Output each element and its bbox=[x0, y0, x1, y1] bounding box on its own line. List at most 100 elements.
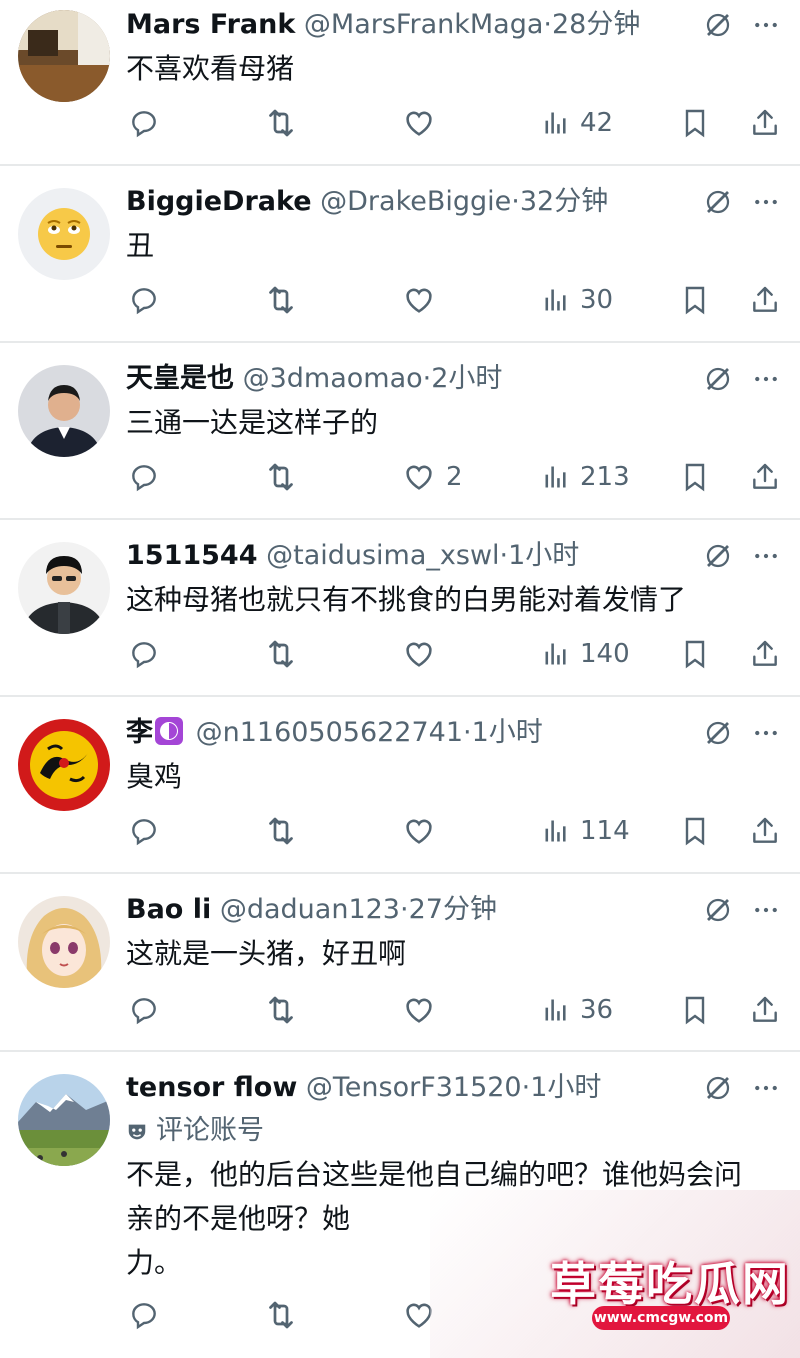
bookmark-button[interactable] bbox=[679, 103, 711, 143]
more-dots-icon[interactable] bbox=[748, 1068, 784, 1108]
tweet-text: 不喜欢看母猪 bbox=[126, 52, 295, 85]
reply-button[interactable] bbox=[128, 990, 160, 1030]
grok-slash-icon[interactable] bbox=[700, 5, 736, 45]
retweet-button[interactable] bbox=[263, 280, 299, 320]
avatar[interactable] bbox=[18, 365, 110, 457]
views-button[interactable]: 30 bbox=[542, 280, 613, 320]
share-button[interactable] bbox=[749, 990, 781, 1030]
display-name[interactable]: Bao li bbox=[126, 894, 211, 925]
avatar[interactable] bbox=[18, 896, 110, 988]
user-handle[interactable]: @n1160505622741 bbox=[196, 717, 463, 748]
grok-slash-icon[interactable] bbox=[700, 713, 736, 753]
grok-slash-icon[interactable] bbox=[700, 182, 736, 222]
more-dots-icon[interactable] bbox=[748, 536, 784, 576]
views-button[interactable]: 140 bbox=[542, 634, 630, 674]
avatar[interactable] bbox=[18, 1074, 110, 1166]
reply-button[interactable] bbox=[128, 1295, 160, 1335]
reply-button[interactable] bbox=[128, 457, 160, 497]
grok-slash-icon[interactable] bbox=[700, 1068, 736, 1108]
grok-slash-icon[interactable] bbox=[700, 890, 736, 930]
more-dots-icon[interactable] bbox=[748, 713, 784, 753]
retweet-button[interactable] bbox=[263, 103, 299, 143]
display-name[interactable]: tensor flow bbox=[126, 1072, 297, 1103]
timestamp[interactable]: ·27分钟 bbox=[400, 894, 497, 925]
bookmark-button[interactable] bbox=[679, 634, 711, 674]
bookmark-button[interactable] bbox=[679, 990, 711, 1030]
views-button[interactable]: 36 bbox=[542, 990, 613, 1030]
action-bar: 114 bbox=[0, 811, 800, 851]
tweet[interactable]: 李 @n1160505622741·1小时 臭鸡 114 bbox=[0, 697, 800, 874]
share-button[interactable] bbox=[749, 103, 781, 143]
share-icon bbox=[749, 994, 781, 1026]
heart-icon bbox=[402, 814, 436, 848]
bookmark-button[interactable] bbox=[679, 280, 711, 320]
retweet-button[interactable] bbox=[263, 634, 299, 674]
display-name[interactable]: 天皇是也 bbox=[126, 363, 234, 394]
views-button[interactable]: 114 bbox=[542, 811, 630, 851]
display-name[interactable]: 李 bbox=[126, 717, 153, 748]
bookmark-icon bbox=[679, 284, 711, 316]
display-name[interactable]: 1511544 bbox=[126, 540, 258, 571]
more-dots-icon[interactable] bbox=[748, 359, 784, 399]
avatar[interactable] bbox=[18, 719, 110, 811]
like-button[interactable]: 2 bbox=[402, 457, 463, 497]
retweet-icon bbox=[263, 636, 299, 672]
user-handle[interactable]: @DrakeBiggie bbox=[320, 186, 511, 217]
tweet[interactable]: Mars Frank @MarsFrankMaga·28分钟 不喜欢看母猪 42 bbox=[0, 0, 800, 166]
grok-slash-icon[interactable] bbox=[700, 536, 736, 576]
reply-button[interactable] bbox=[128, 811, 160, 851]
like-button[interactable] bbox=[402, 280, 446, 320]
share-button[interactable] bbox=[749, 634, 781, 674]
retweet-button[interactable] bbox=[263, 990, 299, 1030]
timestamp[interactable]: ·28分钟 bbox=[543, 9, 640, 40]
share-button[interactable] bbox=[749, 457, 781, 497]
share-button[interactable] bbox=[749, 811, 781, 851]
user-handle[interactable]: @TensorF31520 bbox=[306, 1072, 522, 1103]
more-dots-icon[interactable] bbox=[748, 5, 784, 45]
timestamp[interactable]: ·1小时 bbox=[522, 1072, 602, 1103]
avatar[interactable] bbox=[18, 188, 110, 280]
more-dots-icon[interactable] bbox=[748, 182, 784, 222]
reply-button[interactable] bbox=[128, 103, 160, 143]
like-button[interactable] bbox=[402, 811, 446, 851]
avatar[interactable] bbox=[18, 542, 110, 634]
tweet[interactable]: 1511544 @taidusima_xswl·1小时 这种母猪也就只有不挑食的… bbox=[0, 520, 800, 697]
reply-icon bbox=[128, 1299, 160, 1331]
reply-button[interactable] bbox=[128, 634, 160, 674]
share-icon bbox=[749, 284, 781, 316]
user-handle[interactable]: @MarsFrankMaga bbox=[304, 9, 544, 40]
bookmark-icon bbox=[679, 107, 711, 139]
views-button[interactable]: 213 bbox=[542, 457, 630, 497]
display-name[interactable]: BiggieDrake bbox=[126, 186, 312, 217]
timestamp[interactable]: ·2小时 bbox=[423, 363, 503, 394]
like-button[interactable] bbox=[402, 103, 446, 143]
views-button[interactable]: 42 bbox=[542, 103, 613, 143]
tweet-header: Bao li @daduan123·27分钟 bbox=[126, 890, 690, 930]
tweet[interactable]: BiggieDrake @DrakeBiggie·32分钟 丑 30 bbox=[0, 166, 800, 343]
more-dots-icon[interactable] bbox=[748, 890, 784, 930]
like-button[interactable] bbox=[402, 634, 446, 674]
bookmark-button[interactable] bbox=[679, 457, 711, 497]
user-handle[interactable]: @daduan123 bbox=[220, 894, 400, 925]
user-handle[interactable]: @3dmaomao bbox=[243, 363, 423, 394]
heart-icon bbox=[402, 106, 436, 140]
bookmark-icon bbox=[679, 461, 711, 493]
timestamp[interactable]: ·1小时 bbox=[463, 717, 543, 748]
like-button[interactable] bbox=[402, 990, 446, 1030]
tweet[interactable]: Bao li @daduan123·27分钟 这就是一头猪，好丑啊 36 bbox=[0, 874, 800, 1052]
retweet-button[interactable] bbox=[263, 1295, 299, 1335]
timestamp[interactable]: ·1小时 bbox=[500, 540, 580, 571]
bookmark-button[interactable] bbox=[679, 811, 711, 851]
retweet-button[interactable] bbox=[263, 457, 299, 497]
user-handle[interactable]: @taidusima_xswl bbox=[266, 540, 499, 571]
tweet[interactable]: 天皇是也 @3dmaomao·2小时 三通一达是这样子的 2 213 bbox=[0, 343, 800, 520]
retweet-icon bbox=[263, 105, 299, 141]
display-name[interactable]: Mars Frank bbox=[126, 9, 295, 40]
share-button[interactable] bbox=[749, 280, 781, 320]
reply-button[interactable] bbox=[128, 280, 160, 320]
avatar[interactable] bbox=[18, 10, 110, 102]
retweet-button[interactable] bbox=[263, 811, 299, 851]
grok-slash-icon[interactable] bbox=[700, 359, 736, 399]
bookmark-icon bbox=[679, 815, 711, 847]
timestamp[interactable]: ·32分钟 bbox=[511, 186, 608, 217]
